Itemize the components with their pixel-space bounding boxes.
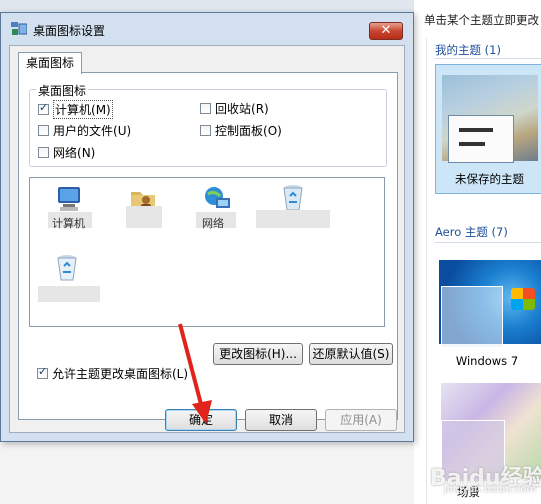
theme-tile-unsaved[interactable]: 未保存的主题 bbox=[435, 64, 541, 194]
checkbox[interactable] bbox=[38, 101, 49, 115]
blurred-label bbox=[38, 286, 100, 302]
checkbox-label: 计算机 bbox=[55, 103, 92, 117]
checkbox-label: 控制面板 bbox=[215, 124, 264, 138]
theme-header: 单击某个主题立即更改 bbox=[424, 13, 539, 27]
checkbox-recycle-bin[interactable]: 回收站 (R) bbox=[200, 100, 269, 117]
desktop-settings-icon bbox=[11, 22, 27, 35]
cancel-button[interactable]: 取消 bbox=[245, 409, 317, 431]
red-arrow-annotation bbox=[178, 323, 212, 424]
theme-list: 我的主题 (1) 未保存的主题 Aero 主题 (7) Windows 7 场景 bbox=[426, 38, 541, 504]
restore-default-button[interactable]: 还原默认值(S) bbox=[309, 343, 393, 365]
theme-thumbnail bbox=[442, 75, 538, 163]
computer-icon[interactable] bbox=[54, 184, 84, 214]
checkbox-computer[interactable]: 计算机(M) bbox=[38, 100, 113, 119]
checkbox-network[interactable]: 网络 (N) bbox=[38, 144, 95, 161]
apply-button[interactable]: 应用(A) bbox=[325, 409, 397, 431]
theme-label: 未保存的主题 bbox=[455, 172, 524, 186]
blurred-label bbox=[126, 206, 162, 228]
watermark-url: jingyan.baidu.com bbox=[444, 484, 537, 495]
checkbox-label: 用户的文件 bbox=[53, 124, 114, 138]
background-window-bottom bbox=[0, 440, 414, 504]
checkbox[interactable] bbox=[38, 147, 49, 158]
icon-label: 网络 bbox=[202, 217, 224, 230]
checkbox[interactable] bbox=[200, 103, 211, 114]
checkbox[interactable] bbox=[38, 125, 49, 136]
checkbox-label: 允许主题更改桌面图标(L) bbox=[52, 367, 189, 381]
recycle-bin-full-icon[interactable] bbox=[278, 182, 308, 212]
checkbox[interactable] bbox=[200, 125, 211, 136]
divider bbox=[435, 58, 541, 59]
recycle-bin-empty-icon[interactable] bbox=[52, 252, 82, 282]
network-icon[interactable] bbox=[202, 184, 232, 214]
group-title: 桌面图标 bbox=[36, 82, 89, 99]
checkbox-user-files[interactable]: 用户的文件 (U) bbox=[38, 122, 131, 139]
glass-preview bbox=[441, 286, 503, 348]
checkbox-control-panel[interactable]: 控制面板 (O) bbox=[200, 122, 282, 139]
window-preview-icon bbox=[448, 115, 514, 163]
checkbox[interactable] bbox=[37, 365, 48, 379]
checkbox-label: 回收站 bbox=[215, 102, 252, 116]
aero-themes-title: Aero 主题 (7) bbox=[435, 225, 508, 239]
theme-label: Windows 7 bbox=[455, 354, 519, 368]
icon-label: 计算机 bbox=[52, 217, 85, 230]
title-bar[interactable]: 桌面图标设置 ✕ bbox=[1, 13, 413, 45]
icon-preview-list[interactable]: 计算机 网络 bbox=[29, 177, 385, 327]
divider bbox=[435, 242, 541, 243]
close-button[interactable]: ✕ bbox=[369, 22, 403, 40]
windows-logo-icon bbox=[511, 288, 535, 310]
checkbox-label: 网络 bbox=[53, 146, 78, 160]
tab-desktop-icons[interactable]: 桌面图标 bbox=[18, 52, 83, 74]
blurred-label bbox=[256, 210, 330, 228]
my-themes-title: 我的主题 (1) bbox=[435, 43, 501, 57]
desktop-icons-group: 桌面图标 计算机(M) 回收站(R) 用户的文件(U) 控制面板(O) bbox=[29, 82, 387, 167]
dialog-title: 桌面图标设置 bbox=[33, 24, 106, 38]
checkbox-allow-themes[interactable]: 允许主题更改桌面图标(L) bbox=[37, 365, 188, 382]
change-icon-button[interactable]: 更改图标(H)... bbox=[213, 343, 303, 365]
